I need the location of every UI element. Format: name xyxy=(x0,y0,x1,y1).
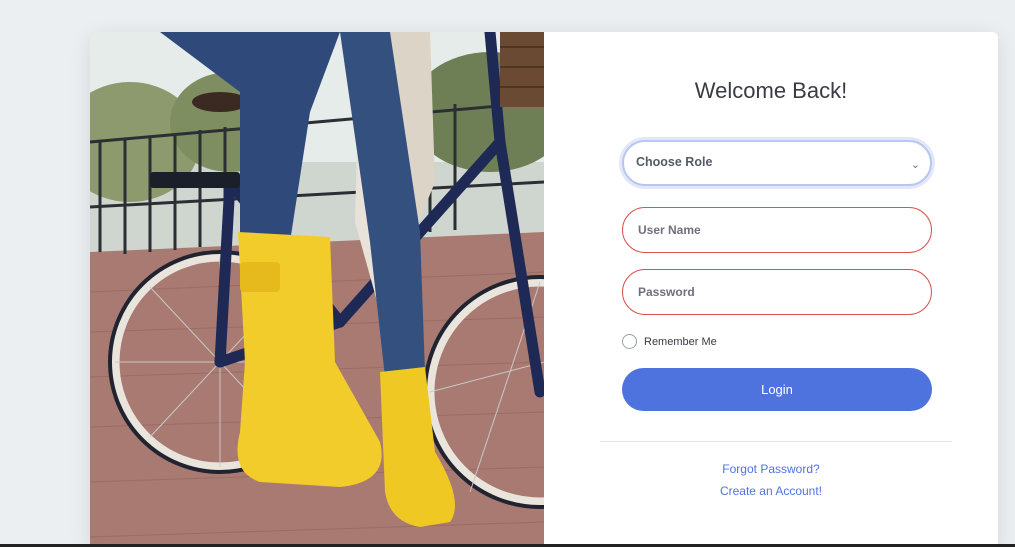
forgot-password-link[interactable]: Forgot Password? xyxy=(544,462,998,476)
remember-me-label[interactable]: Remember Me xyxy=(644,336,717,348)
password-input[interactable]: Password xyxy=(622,269,932,315)
username-input[interactable]: User Name xyxy=(622,207,932,253)
page-title: Welcome Back! xyxy=(694,78,848,103)
login-form-panel: Welcome Back! Choose Role ⌄ User Name Pa… xyxy=(544,32,998,547)
hero-photo xyxy=(90,32,544,547)
username-placeholder: User Name xyxy=(638,223,701,237)
create-account-link[interactable]: Create an Account! xyxy=(544,484,998,498)
login-card: Welcome Back! Choose Role ⌄ User Name Pa… xyxy=(90,32,998,547)
divider xyxy=(600,441,952,442)
password-placeholder: Password xyxy=(638,285,695,299)
role-select-value: Choose Role xyxy=(636,155,713,169)
remember-me-checkbox[interactable] xyxy=(622,334,637,349)
chevron-down-icon: ⌄ xyxy=(910,159,920,171)
remember-me: Remember Me xyxy=(622,334,717,349)
role-select[interactable]: Choose Role ⌄ xyxy=(622,140,932,186)
login-button[interactable]: Login xyxy=(622,368,932,411)
